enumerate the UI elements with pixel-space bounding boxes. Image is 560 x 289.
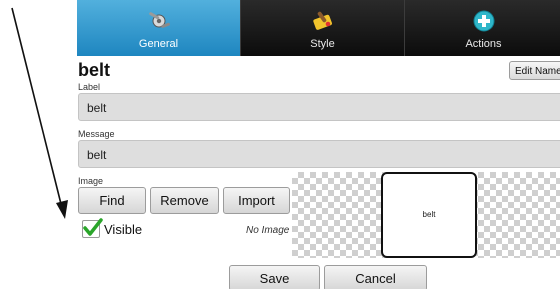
message-input[interactable]: belt bbox=[78, 140, 560, 168]
tab-bar: General Style Actions bbox=[77, 0, 560, 56]
tab-actions-label: Actions bbox=[465, 38, 502, 50]
tab-style[interactable]: Style bbox=[241, 0, 405, 56]
paintbrush-icon bbox=[312, 11, 332, 30]
find-button[interactable]: Find bbox=[78, 187, 146, 214]
import-button[interactable]: Import bbox=[223, 187, 290, 214]
remove-button[interactable]: Remove bbox=[150, 187, 219, 214]
object-title: belt bbox=[78, 60, 111, 80]
visible-checkbox[interactable] bbox=[82, 218, 103, 238]
image-caption: Image bbox=[78, 176, 104, 186]
annotation-arrow bbox=[11, 7, 68, 219]
checkmark-icon bbox=[83, 218, 103, 236]
visible-label: Visible bbox=[104, 222, 143, 237]
no-image-text: No Image bbox=[246, 225, 290, 236]
plus-circle-icon bbox=[473, 10, 494, 32]
tab-actions[interactable]: Actions bbox=[405, 0, 560, 56]
label-field-caption: Label bbox=[78, 82, 101, 92]
tab-general[interactable]: General bbox=[77, 0, 241, 56]
label-input[interactable]: belt bbox=[78, 93, 560, 121]
tab-style-label: Style bbox=[310, 38, 335, 50]
cancel-button[interactable]: Cancel bbox=[324, 265, 427, 289]
wrench-gear-icon bbox=[148, 12, 170, 28]
save-button[interactable]: Save bbox=[229, 265, 320, 289]
edit-name-button[interactable]: Edit Name bbox=[509, 61, 560, 80]
button-preview: belt bbox=[381, 172, 477, 258]
message-field-caption: Message bbox=[78, 129, 115, 139]
tab-general-label: General bbox=[138, 38, 179, 50]
